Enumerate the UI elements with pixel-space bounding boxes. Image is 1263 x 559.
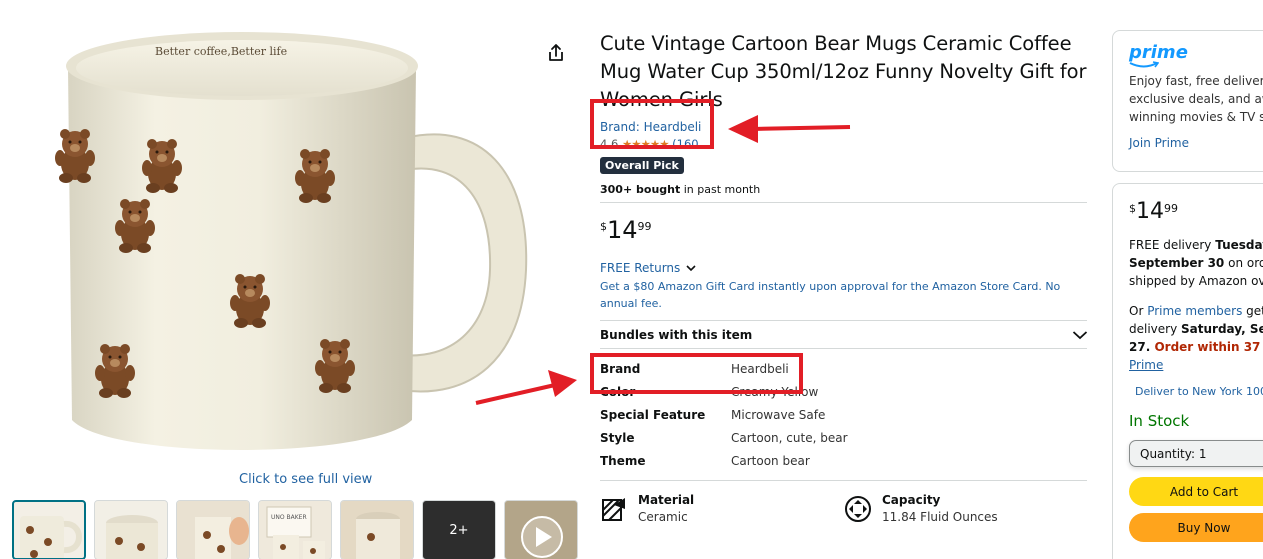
prime-benefit-line: Enjoy fast, free delivery: [1129, 74, 1263, 88]
price-whole: 14: [607, 216, 638, 244]
brand-store-link[interactable]: Brand: Heardbeli: [600, 120, 1088, 134]
thumbnail-3[interactable]: [176, 500, 250, 559]
prime-logo: prime: [1129, 42, 1188, 63]
spec-row-style: Style Cartoon, cute, bear: [600, 426, 1088, 449]
prime-promo-box: prime Enjoy fast, free delivery exclusiv…: [1112, 30, 1263, 172]
gift-card-offer-link[interactable]: Get a $80 Amazon Gift Card instantly upo…: [600, 278, 1088, 312]
thumbnail-1[interactable]: [12, 500, 86, 559]
price: $ 14 99: [600, 217, 1088, 243]
star-rating-icon[interactable]: ★★★★★: [622, 137, 670, 151]
divider: [600, 480, 1087, 481]
delivery-date: 27.: [1129, 340, 1151, 354]
stock-status: In Stock: [1129, 412, 1190, 430]
delivery-date: September 30: [1129, 256, 1225, 270]
delivery-text: delivery: [1129, 322, 1182, 336]
spec-value: Creamy Yellow: [731, 384, 819, 399]
thumbnail-strip: UNO BAKER 2+: [12, 500, 578, 559]
prime-benefit-line: exclusive deals, and awa: [1129, 92, 1263, 106]
prime-benefit-line: winning movies & TV sh: [1129, 110, 1263, 124]
free-returns-label: FREE Returns: [600, 261, 681, 275]
bundles-label: Bundles with this item: [600, 327, 753, 342]
add-to-cart-button[interactable]: Add to Cart: [1129, 477, 1263, 506]
spec-row-color: Color Creamy Yellow: [600, 380, 1088, 403]
thumbnail-2[interactable]: [94, 500, 168, 559]
price-whole: 14: [1136, 199, 1164, 224]
delivery-text: get: [1246, 304, 1263, 318]
chevron-down-icon: [686, 265, 696, 272]
delivery-day: Saturday, Sept: [1181, 322, 1263, 336]
delivery-text: shipped by Amazon ove: [1129, 274, 1263, 288]
spec-key: Brand: [600, 361, 641, 376]
product-details: Cute Vintage Cartoon Bear Mugs Ceramic C…: [600, 30, 1088, 524]
price-fraction: 99: [637, 220, 652, 233]
rating-summary[interactable]: 4.6 ★★★★★ (160: [600, 137, 1088, 153]
spec-key: Color: [600, 384, 636, 399]
spec-row-brand: Brand Heardbeli: [600, 357, 1088, 380]
spec-key: Special Feature: [600, 407, 706, 422]
prime-link[interactable]: Prime: [1129, 358, 1163, 372]
thumbnail-4[interactable]: UNO BAKER: [258, 500, 332, 559]
divider: [600, 348, 1087, 349]
price-fraction: 99: [1164, 202, 1178, 215]
bundles-expander[interactable]: Bundles with this item: [600, 321, 1088, 348]
spec-value: Cartoon, cute, bear: [731, 430, 848, 445]
mug-print-text: Better coffee,Better life: [155, 45, 287, 58]
thumbnail-5[interactable]: [340, 500, 414, 559]
feature-capacity: Capacity 11.84 Fluid Ounces: [844, 493, 1088, 524]
bought-count: 300+ bought: [600, 183, 681, 196]
feature-label: Capacity: [882, 493, 941, 507]
thumbnail-video[interactable]: [504, 500, 578, 559]
divider: [600, 202, 1087, 203]
free-delivery-info: FREE delivery Tuesday, September 30 on o…: [1129, 236, 1263, 290]
deliver-to-text: Deliver to New York 100: [1135, 384, 1263, 398]
quantity-select[interactable]: Quantity: 1: [1129, 440, 1263, 467]
feature-label: Material: [638, 493, 695, 507]
delivery-text: FREE delivery: [1129, 238, 1216, 252]
product-title: Cute Vintage Cartoon Bear Mugs Ceramic C…: [600, 32, 1087, 111]
order-within-countdown: Order within 37 mi: [1154, 340, 1263, 354]
price-symbol: $: [1129, 202, 1136, 215]
full-view-link[interactable]: Click to see full view: [239, 472, 372, 487]
spec-value: Heardbeli: [731, 361, 789, 376]
thumbnail-more[interactable]: 2+: [422, 500, 496, 559]
spec-key: Theme: [600, 453, 646, 468]
material-icon: [602, 498, 625, 521]
prime-members-link[interactable]: Prime members: [1147, 304, 1242, 318]
overall-pick-badge: Overall Pick: [600, 157, 684, 174]
price-symbol: $: [600, 220, 607, 233]
quantity-value: 1: [1198, 446, 1207, 461]
buybox-price: $ 14 99: [1129, 200, 1263, 224]
fastest-delivery-info: Or Prime members get delivery Saturday, …: [1129, 302, 1263, 374]
chevron-down-icon: [1072, 330, 1088, 339]
product-specs: Brand Heardbeli Color Creamy Yellow Spec…: [600, 357, 1088, 472]
product-main-image[interactable]: Better coffee,Better life: [50, 20, 540, 465]
feature-value: 11.84 Fluid Ounces: [882, 510, 998, 524]
more-images-count: 2+: [449, 522, 469, 538]
delivery-text: Or: [1129, 304, 1148, 318]
feature-highlights: Material Ceramic Capacity 11.84 Fluid Ou…: [600, 493, 1088, 524]
feature-value: Ceramic: [638, 510, 688, 524]
buy-box: $ 14 99 FREE delivery Tuesday, September…: [1112, 183, 1263, 559]
bought-in-past-month: 300+ bought in past month: [600, 183, 1088, 196]
join-prime-link[interactable]: Join Prime: [1129, 136, 1263, 150]
feature-material: Material Ceramic: [600, 493, 844, 524]
spec-row-special-feature: Special Feature Microwave Safe: [600, 403, 1088, 426]
free-returns-link[interactable]: FREE Returns: [600, 261, 1088, 275]
share-icon[interactable]: [545, 42, 567, 64]
quantity-label: Quantity:: [1140, 446, 1196, 461]
bought-period: in past month: [680, 183, 761, 196]
thumb-box-text: UNO BAKER: [271, 514, 307, 521]
rating-count-link[interactable]: (160: [672, 137, 698, 151]
delivery-text: on order: [1228, 256, 1263, 270]
rating-value: 4.6: [600, 137, 619, 151]
spec-row-theme: Theme Cartoon bear: [600, 449, 1088, 472]
capacity-icon: [845, 496, 871, 522]
spec-key: Style: [600, 430, 635, 445]
buy-now-button[interactable]: Buy Now: [1129, 513, 1263, 542]
spec-value: Microwave Safe: [731, 407, 826, 422]
spec-value: Cartoon bear: [731, 453, 810, 468]
delivery-day: Tuesday,: [1215, 238, 1263, 252]
deliver-to-location[interactable]: Deliver to New York 100: [1129, 384, 1263, 398]
